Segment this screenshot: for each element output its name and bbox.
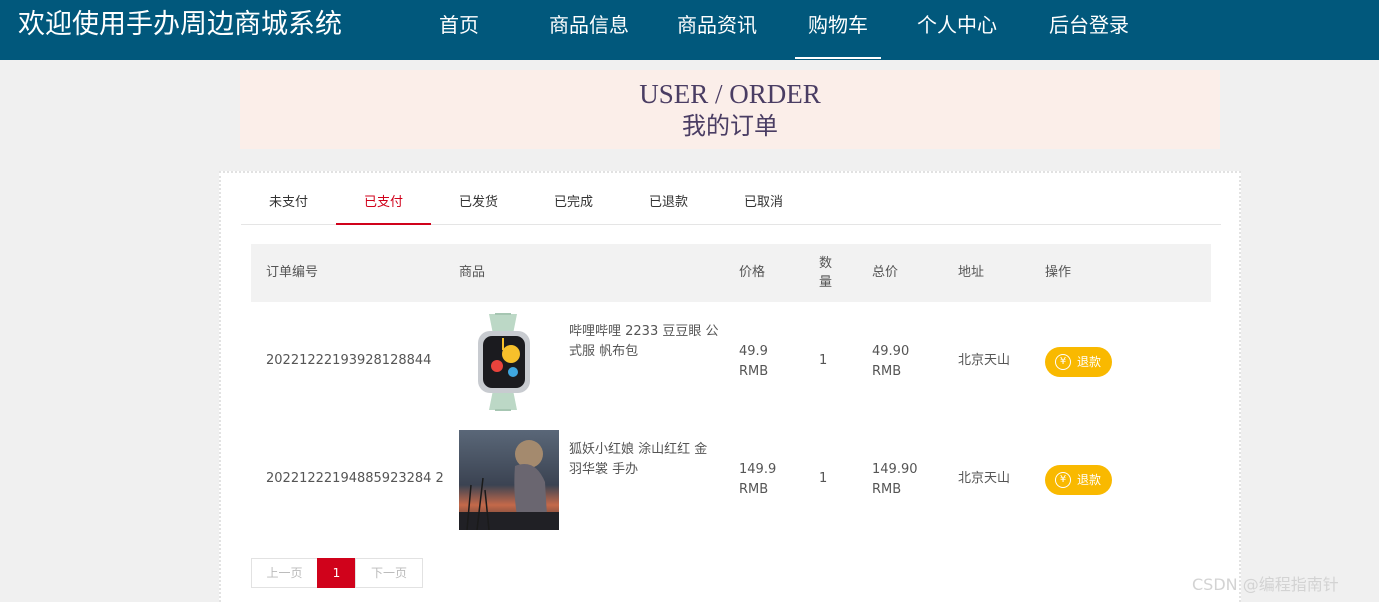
page-banner: USER / ORDER 我的订单: [240, 70, 1220, 149]
tab-cancelled[interactable]: 已取消: [716, 186, 811, 225]
header-price: 价格: [739, 265, 766, 280]
tab-refunded[interactable]: 已退款: [621, 186, 716, 225]
nav-home[interactable]: 首页: [437, 0, 481, 60]
price-unit: RMB: [739, 364, 769, 379]
top-navbar: 欢迎使用手办周边商城系统 首页 商品信息 商品资讯 购物车 个人中心 后台登录: [0, 0, 1379, 60]
tab-unpaid[interactable]: 未支付: [241, 186, 336, 225]
table-header: 订单编号 商品 价格 数量 总价 地址 操作: [251, 244, 1211, 302]
quantity: 1: [819, 471, 828, 486]
yen-icon: ¥: [1055, 354, 1071, 370]
header-quantity: 数量: [819, 256, 833, 290]
header-address: 地址: [958, 265, 985, 280]
refund-button[interactable]: ¥ 退款: [1045, 465, 1112, 495]
quantity: 1: [819, 353, 828, 368]
table-row: 20221222194885923284 2 狐妖小红娘 涂山红红 金羽华裳 手…: [251, 420, 1211, 538]
goods-name[interactable]: 哔哩哔哩 2233 豆豆眼 公式服 帆布包: [569, 322, 719, 362]
nav-goods-info[interactable]: 商品信息: [545, 0, 633, 60]
total: 149.90 RMB: [872, 460, 918, 500]
prev-page-button[interactable]: 上一页: [251, 558, 318, 588]
next-page-button[interactable]: 下一页: [355, 558, 423, 588]
price-unit: RMB: [739, 482, 769, 497]
price-value: 49.9: [739, 344, 768, 359]
refund-button[interactable]: ¥ 退款: [1045, 347, 1112, 377]
total-value: 149.90: [872, 462, 918, 477]
goods-image-figure[interactable]: [459, 430, 559, 530]
goods-image-watch[interactable]: [459, 312, 559, 412]
site-title: 欢迎使用手办周边商城系统: [18, 9, 342, 40]
nav-goods-news[interactable]: 商品资讯: [673, 0, 761, 60]
table-row: 20221222193928128844 哔哩哔哩 2233 豆豆眼 公式服 帆…: [251, 302, 1211, 420]
total-unit: RMB: [872, 482, 902, 497]
header-order-no: 订单编号: [266, 265, 319, 280]
price: 49.9 RMB: [739, 342, 768, 382]
goods-name[interactable]: 狐妖小红娘 涂山红红 金羽华裳 手办: [569, 440, 719, 480]
refund-label: 退款: [1077, 473, 1102, 487]
banner-title-en: USER / ORDER: [639, 79, 821, 109]
nav-cart[interactable]: 购物车: [795, 0, 881, 60]
total-value: 49.90: [872, 344, 910, 359]
total-unit: RMB: [872, 364, 902, 379]
nav-admin-login[interactable]: 后台登录: [1045, 0, 1133, 60]
watermark: CSDN @编程指南针: [1192, 575, 1339, 594]
header-total: 总价: [872, 265, 899, 280]
refund-label: 退款: [1077, 355, 1102, 369]
address: 北京天山: [958, 353, 1011, 368]
header-action: 操作: [1045, 265, 1072, 280]
banner-title-cn: 我的订单: [682, 112, 778, 140]
order-panel: 未支付 已支付 已发货 已完成 已退款 已取消 订单编号 商品 价格 数量 总价…: [219, 171, 1241, 602]
tab-shipped[interactable]: 已发货: [431, 186, 526, 225]
order-no: 20221222194885923284 2: [266, 471, 444, 486]
address: 北京天山: [958, 471, 1011, 486]
header-goods: 商品: [459, 265, 486, 280]
page-number-button[interactable]: 1: [317, 558, 356, 588]
nav-user-center[interactable]: 个人中心: [913, 0, 1001, 60]
order-no: 20221222193928128844: [266, 353, 432, 368]
price-value: 149.9: [739, 462, 777, 477]
price: 149.9 RMB: [739, 460, 776, 500]
tab-completed[interactable]: 已完成: [526, 186, 621, 225]
tab-paid[interactable]: 已支付: [336, 186, 431, 225]
total: 49.90 RMB: [872, 342, 909, 382]
order-status-tabs: 未支付 已支付 已发货 已完成 已退款 已取消: [241, 186, 1221, 225]
yen-icon: ¥: [1055, 472, 1071, 488]
